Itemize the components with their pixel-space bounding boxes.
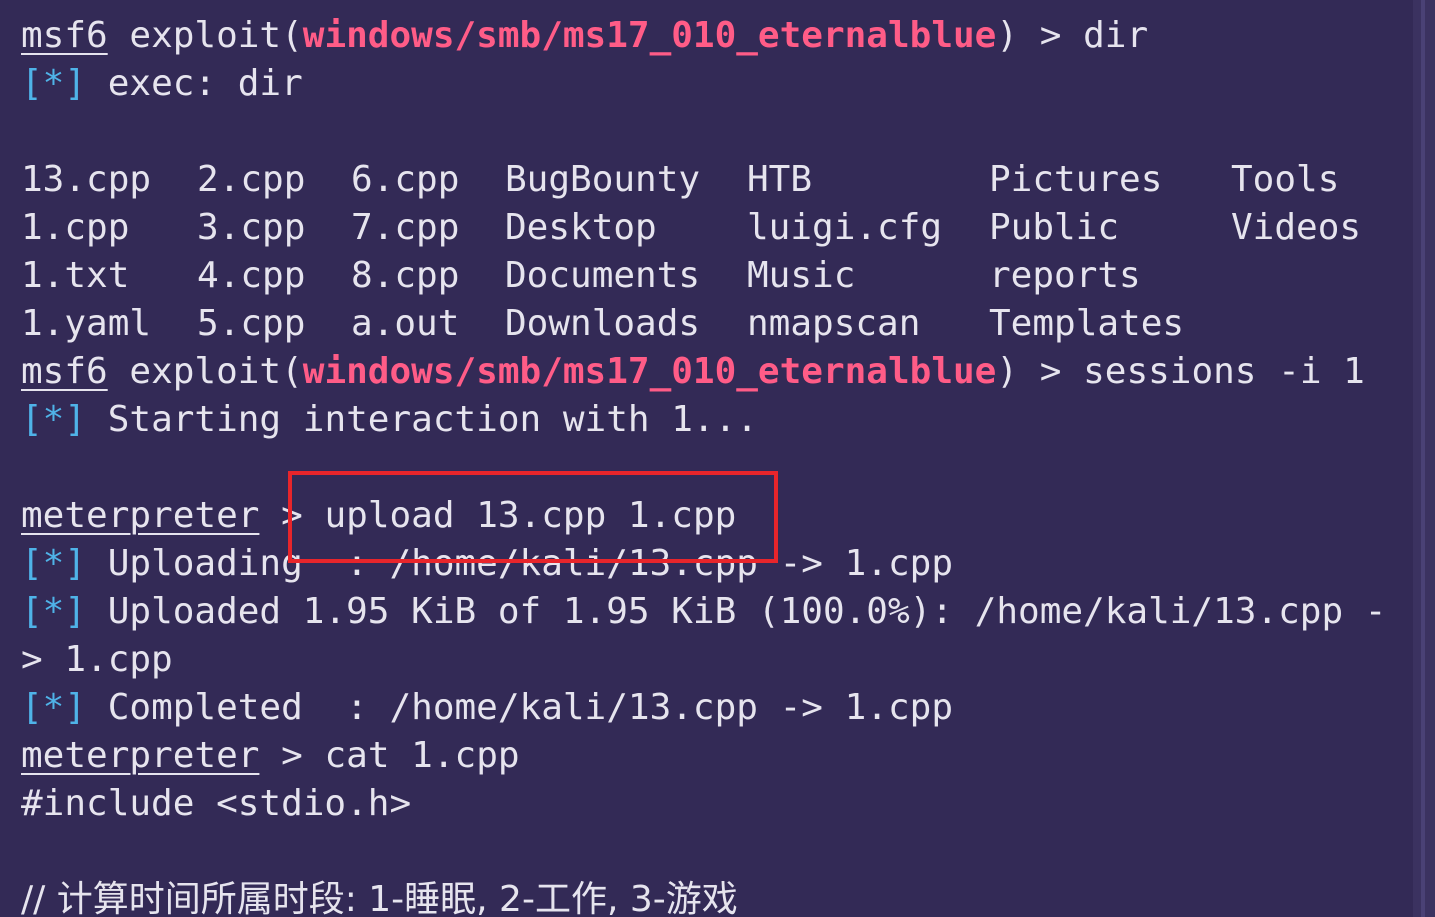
- status-line-exec: [*] exec: dir: [21, 60, 303, 108]
- dir-listing-row: 13.cpp 2.cpp 6.cpp BugBounty HTB Picture…: [21, 156, 1401, 204]
- dir-entry: 3.cpp: [197, 207, 306, 248]
- dir-entry: luigi.cfg: [747, 207, 943, 248]
- highlight-box: [288, 471, 778, 563]
- meterpreter-prompt-label: meterpreter: [21, 735, 260, 776]
- status-message-wrap: > 1.cpp: [21, 639, 173, 680]
- status-message: Uploaded 1.95 KiB of 1.95 KiB (100.0%): …: [107, 591, 1387, 632]
- dir-entry: Downloads: [505, 303, 701, 344]
- status-message: exec: dir: [107, 63, 303, 104]
- msf-prompt-label: msf6: [21, 15, 108, 56]
- dir-entry: nmapscan: [747, 303, 921, 344]
- msf-prompt-label: msf6: [21, 351, 108, 392]
- command-text: cat 1.cpp: [324, 735, 520, 776]
- module-path: windows/smb/ms17_010_eternalblue: [302, 351, 997, 392]
- command-text: dir: [1083, 15, 1149, 56]
- status-marker: [*]: [21, 63, 87, 104]
- close-paren: ): [996, 15, 1019, 56]
- dir-listing-row: 1.cpp 3.cpp 7.cpp Desktop luigi.cfg Publ…: [21, 204, 1401, 252]
- file-content-include: #include <stdio.h>: [21, 783, 412, 824]
- dir-entry: Music: [747, 255, 856, 296]
- dir-entry: 5.cpp: [197, 303, 306, 344]
- dir-entry: Tools: [1231, 159, 1340, 200]
- msf-prompt-line-sessions: msf6 exploit(windows/smb/ms17_010_eterna…: [21, 348, 1365, 396]
- dir-entry: 1.yaml: [21, 303, 152, 344]
- status-marker: [*]: [21, 543, 87, 584]
- dir-entry: 6.cpp: [351, 159, 460, 200]
- dir-entry: a.out: [351, 303, 460, 344]
- module-path: windows/smb/ms17_010_eternalblue: [302, 15, 997, 56]
- meterpreter-prompt-line-cat: meterpreter > cat 1.cpp: [21, 732, 520, 780]
- dir-entry: Documents: [505, 255, 701, 296]
- dir-listing-row: 1.yaml 5.cpp a.out Downloads nmapscan Te…: [21, 300, 1401, 348]
- prompt-arrow: >: [1039, 351, 1062, 392]
- status-message: Completed : /home/kali/13.cpp -> 1.cpp: [107, 687, 953, 728]
- status-line-uploaded: [*] Uploaded 1.95 KiB of 1.95 KiB (100.0…: [21, 588, 1386, 636]
- dir-entry: Templates: [989, 303, 1185, 344]
- dir-entry: BugBounty: [505, 159, 701, 200]
- dir-entry: Desktop: [505, 207, 657, 248]
- dir-entry: 4.cpp: [197, 255, 306, 296]
- dir-entry: 7.cpp: [351, 207, 460, 248]
- prompt-arrow: >: [281, 735, 303, 776]
- meterpreter-prompt-label: meterpreter: [21, 495, 260, 536]
- prompt-arrow: >: [1039, 15, 1062, 56]
- status-marker: [*]: [21, 687, 87, 728]
- dir-entry: HTB: [747, 159, 813, 200]
- close-paren: ): [996, 351, 1019, 392]
- status-line-uploaded-wrap: > 1.cpp: [21, 636, 173, 684]
- dir-entry: 1.cpp: [21, 207, 130, 248]
- dir-entry: 1.txt: [21, 255, 130, 296]
- status-marker: [*]: [21, 591, 87, 632]
- status-message: Starting interaction with 1...: [107, 399, 758, 440]
- exploit-label: exploit(: [129, 15, 303, 56]
- dir-entry: Videos: [1231, 207, 1362, 248]
- status-marker: [*]: [21, 399, 87, 440]
- dir-entry: 13.cpp: [21, 159, 152, 200]
- status-line-completed: [*] Completed : /home/kali/13.cpp -> 1.c…: [21, 684, 953, 732]
- dir-entry: Public: [989, 207, 1120, 248]
- dir-listing-row: 1.txt 4.cpp 8.cpp Documents Music report…: [21, 252, 1401, 300]
- dir-entry: 8.cpp: [351, 255, 460, 296]
- dir-entry: Pictures: [989, 159, 1163, 200]
- msf-prompt-line-dir: msf6 exploit(windows/smb/ms17_010_eterna…: [21, 12, 1148, 60]
- status-line-starting: [*] Starting interaction with 1...: [21, 396, 758, 444]
- scrollbar[interactable]: [1413, 0, 1435, 917]
- file-content-comment: // 计算时间所属时段: 1-睡眠, 2-工作, 3-游戏: [21, 879, 738, 917]
- scrollbar-thumb[interactable]: [1421, 0, 1425, 917]
- terminal-window[interactable]: msf6 exploit(windows/smb/ms17_010_eterna…: [0, 0, 1435, 917]
- dir-entry: 2.cpp: [197, 159, 306, 200]
- exploit-label: exploit(: [129, 351, 303, 392]
- dir-entry: reports: [989, 255, 1141, 296]
- command-text: sessions -i 1: [1083, 351, 1365, 392]
